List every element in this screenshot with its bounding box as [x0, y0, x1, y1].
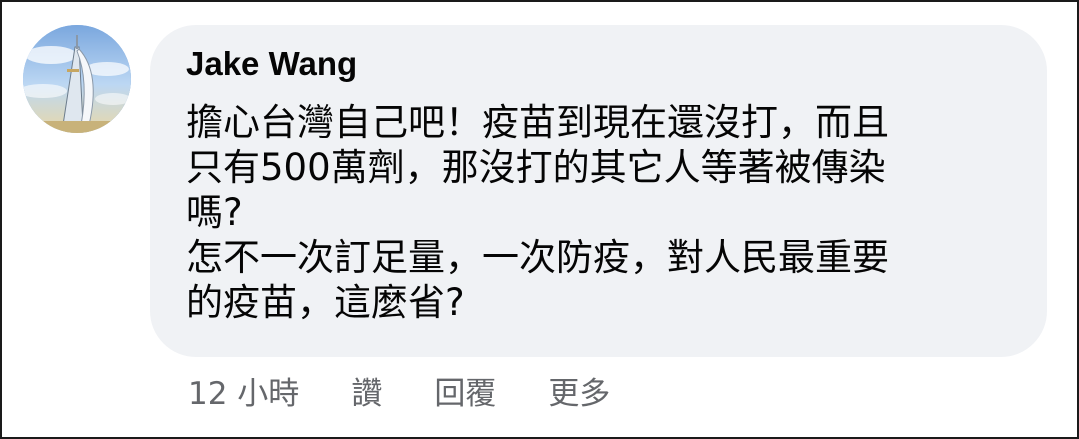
comment-body: 擔心台灣自己吧！疫苗到現在還沒打，而且 只有500萬劑，那沒打的其它人等著被傳染… — [186, 100, 1026, 325]
like-button[interactable]: 讚 — [351, 368, 382, 413]
comment-body-line: 嗎? — [186, 191, 243, 234]
comment-body-line: 的疫苗，這麼省? — [186, 281, 465, 324]
reply-button[interactable]: 回覆 — [434, 368, 496, 413]
comment-body-line: 只有500萬劑，那沒打的其它人等著被傳染 — [186, 146, 886, 189]
comment-actions-bar: 12 小時 讚 回覆 更多 — [188, 366, 662, 414]
comment-timestamp[interactable]: 12 小時 — [188, 368, 299, 413]
more-button[interactable]: 更多 — [548, 368, 610, 413]
avatar[interactable] — [23, 25, 131, 133]
avatar-photo-icon — [23, 25, 131, 133]
comment-author-name[interactable]: Jake Wang — [186, 44, 357, 84]
comment-body-line: 擔心台灣自己吧！疫苗到現在還沒打，而且 — [186, 101, 889, 144]
comment-body-line: 怎不一次訂足量，一次防疫，對人民最重要 — [186, 236, 889, 279]
